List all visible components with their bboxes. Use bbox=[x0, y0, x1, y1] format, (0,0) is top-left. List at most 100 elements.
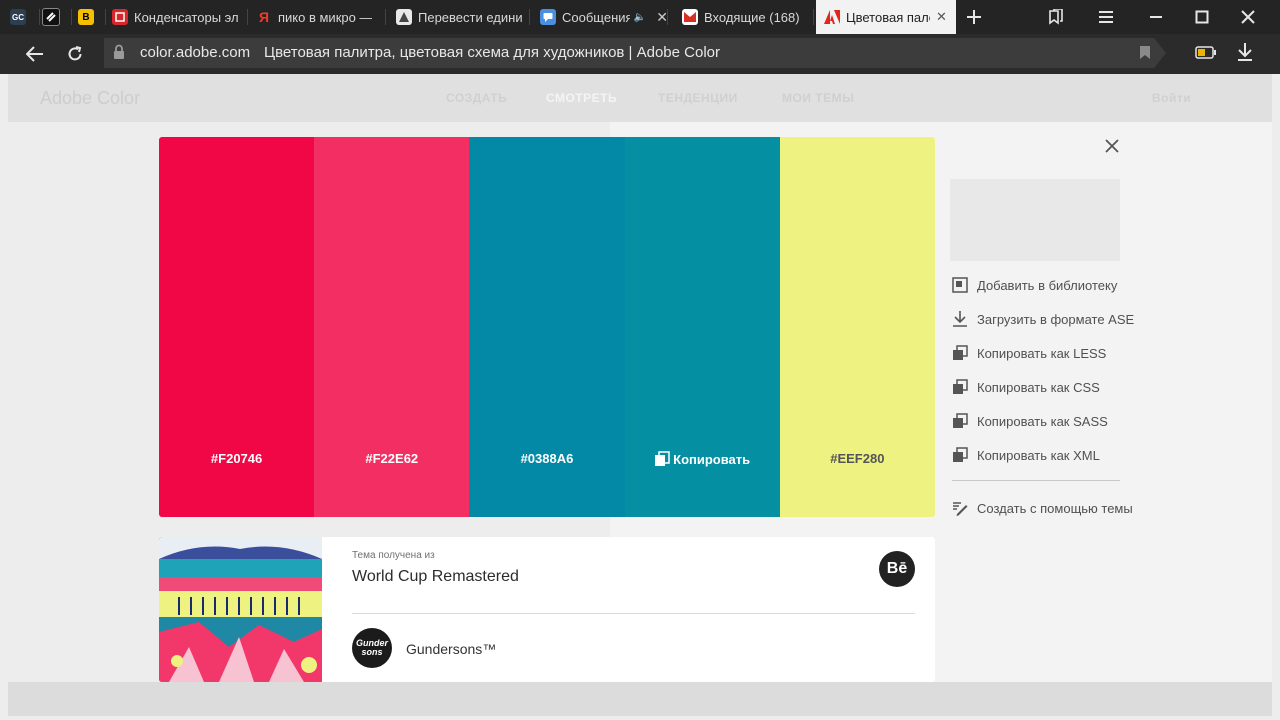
download-icon bbox=[950, 309, 970, 329]
hamburger-icon bbox=[1099, 11, 1113, 23]
tab-title: Перевести едини bbox=[418, 9, 523, 25]
download-ase-button[interactable]: Загрузить в формате ASE bbox=[950, 309, 1134, 329]
gmail-favicon-icon bbox=[682, 9, 698, 25]
chip-favicon-icon bbox=[112, 9, 128, 25]
site-logo[interactable]: Adobe Color bbox=[40, 88, 140, 109]
tab-strip: GC B Конденсаторы эл Я пико в микро — Пе… bbox=[0, 0, 1280, 34]
speaker-icon[interactable]: 🔈 bbox=[634, 12, 646, 23]
copy-label: Копировать bbox=[673, 451, 751, 467]
swatch-hex[interactable]: #F22E62 bbox=[314, 451, 469, 466]
adobe-favicon-icon bbox=[824, 9, 840, 25]
tab-title: Сообщения bbox=[562, 9, 630, 25]
url-domain[interactable]: color.adobe.com bbox=[140, 44, 250, 61]
minimize-icon bbox=[1150, 16, 1162, 18]
reload-button[interactable] bbox=[57, 34, 93, 74]
author-avatar[interactable]: Gunder sons bbox=[352, 628, 392, 668]
close-icon bbox=[1105, 139, 1119, 153]
color-palette: #F20746 #F22E62 #0388A6 Копировать #EEF2… bbox=[159, 137, 935, 517]
yandex-favicon-icon: Я bbox=[258, 9, 270, 25]
create-with-theme-button[interactable]: Создать с помощью темы bbox=[950, 498, 1133, 518]
b-favicon-icon: B bbox=[78, 9, 94, 25]
swatch-hex[interactable]: #EEF280 bbox=[780, 451, 935, 466]
tab-title: пико в микро — bbox=[278, 9, 373, 25]
tab-gmail[interactable]: Входящие (168) bbox=[682, 0, 814, 34]
action-label: Копировать как XML bbox=[977, 447, 1100, 463]
color-swatch[interactable]: #EEF280 bbox=[779, 137, 935, 517]
add-to-library-button[interactable]: Добавить в библиотеку bbox=[950, 275, 1117, 295]
action-label: Добавить в библиотеку bbox=[977, 277, 1118, 293]
tab-translate[interactable]: Перевести едини bbox=[396, 0, 530, 34]
reload-icon bbox=[68, 46, 82, 61]
translate-favicon-icon bbox=[396, 9, 412, 25]
color-swatch-hovered[interactable]: Копировать bbox=[624, 137, 780, 517]
copy-css-button[interactable]: Копировать как CSS bbox=[950, 377, 1100, 397]
copy-hex-button[interactable]: Копировать bbox=[625, 451, 780, 467]
nav-login[interactable]: Войти bbox=[1152, 91, 1191, 105]
behance-icon[interactable]: Bē bbox=[879, 551, 915, 587]
color-swatch[interactable]: #0388A6 bbox=[469, 137, 625, 517]
tab-gc[interactable]: GC bbox=[10, 0, 40, 34]
tab-link[interactable] bbox=[42, 0, 72, 34]
copy-icon bbox=[950, 445, 970, 465]
source-title[interactable]: World Cup Remastered bbox=[352, 568, 519, 586]
lock-icon[interactable] bbox=[113, 44, 125, 65]
bookmark-icon[interactable] bbox=[1139, 45, 1151, 65]
background-palette bbox=[950, 179, 1120, 261]
color-swatch[interactable]: #F20746 bbox=[159, 137, 315, 517]
action-label: Копировать как SASS bbox=[977, 413, 1108, 429]
copy-icon bbox=[950, 343, 970, 363]
minimize-button[interactable] bbox=[1136, 0, 1176, 34]
menu-button[interactable] bbox=[1086, 0, 1126, 34]
page-viewport: Adobe Color СОЗДАТЬ СМОТРЕТЬ ТЕНДЕНЦИИ М… bbox=[0, 74, 1280, 720]
card-divider bbox=[352, 613, 915, 614]
source-card: Тема получена из World Cup Remastered Bē… bbox=[159, 537, 935, 682]
nav-trends[interactable]: ТЕНДЕНЦИИ bbox=[658, 91, 738, 105]
tab-title: Конденсаторы эл bbox=[134, 9, 239, 25]
copy-icon bbox=[655, 451, 670, 466]
tab-manager-button[interactable] bbox=[1036, 0, 1076, 34]
nav-explore[interactable]: СМОТРЕТЬ bbox=[546, 91, 617, 105]
tab-adobe-color[interactable]: Цветовая пале ✕ bbox=[816, 0, 956, 34]
tab-capacitors[interactable]: Конденсаторы эл bbox=[112, 0, 248, 34]
back-arrow-icon bbox=[26, 46, 43, 62]
library-add-icon bbox=[950, 275, 970, 295]
copy-icon bbox=[950, 411, 970, 431]
tab-b[interactable]: B bbox=[78, 0, 106, 34]
action-label: Копировать как CSS bbox=[977, 379, 1100, 395]
swatch-hex[interactable]: #F20746 bbox=[159, 451, 314, 466]
tab-messages[interactable]: Сообщения 🔈 ✕ bbox=[540, 0, 668, 34]
downloads-icon[interactable] bbox=[1236, 42, 1254, 67]
source-thumbnail[interactable] bbox=[159, 537, 322, 682]
copy-icon bbox=[950, 377, 970, 397]
nav-create[interactable]: СОЗДАТЬ bbox=[446, 91, 507, 105]
close-modal-button[interactable] bbox=[1100, 134, 1124, 158]
action-label: Копировать как LESS bbox=[977, 345, 1107, 361]
plus-icon bbox=[967, 10, 981, 24]
nav-my-themes[interactable]: МОИ ТЕМЫ bbox=[782, 91, 854, 105]
swatch-hex[interactable]: #0388A6 bbox=[469, 451, 624, 466]
url-page-title[interactable]: Цветовая палитра, цветовая схема для худ… bbox=[264, 44, 720, 61]
maximize-icon bbox=[1195, 10, 1209, 24]
tab-title: Цветовая пале bbox=[846, 9, 930, 25]
site-header: Adobe Color СОЗДАТЬ СМОТРЕТЬ ТЕНДЕНЦИИ М… bbox=[8, 74, 1272, 122]
author-name[interactable]: Gundersons™ bbox=[406, 641, 496, 657]
close-icon bbox=[1241, 10, 1255, 24]
close-tab-icon[interactable]: ✕ bbox=[936, 9, 947, 25]
edit-theme-icon bbox=[950, 498, 970, 518]
actions-divider bbox=[952, 480, 1120, 481]
bookmark-tabs-icon bbox=[1049, 9, 1063, 25]
copy-xml-button[interactable]: Копировать как XML bbox=[950, 445, 1100, 465]
copy-sass-button[interactable]: Копировать как SASS bbox=[950, 411, 1108, 431]
copy-less-button[interactable]: Копировать как LESS bbox=[950, 343, 1106, 363]
color-swatch[interactable]: #F22E62 bbox=[314, 137, 470, 517]
back-button[interactable] bbox=[17, 34, 53, 74]
tab-pico[interactable]: Я пико в микро — bbox=[256, 0, 386, 34]
new-tab-button[interactable] bbox=[954, 0, 994, 34]
source-caption: Тема получена из bbox=[352, 550, 435, 561]
maximize-button[interactable] bbox=[1182, 0, 1222, 34]
close-window-button[interactable] bbox=[1228, 0, 1268, 34]
link-favicon-icon bbox=[42, 8, 60, 26]
gc-favicon-icon: GC bbox=[10, 9, 26, 25]
action-label: Загрузить в формате ASE bbox=[977, 311, 1135, 327]
battery-icon[interactable] bbox=[1195, 46, 1217, 64]
